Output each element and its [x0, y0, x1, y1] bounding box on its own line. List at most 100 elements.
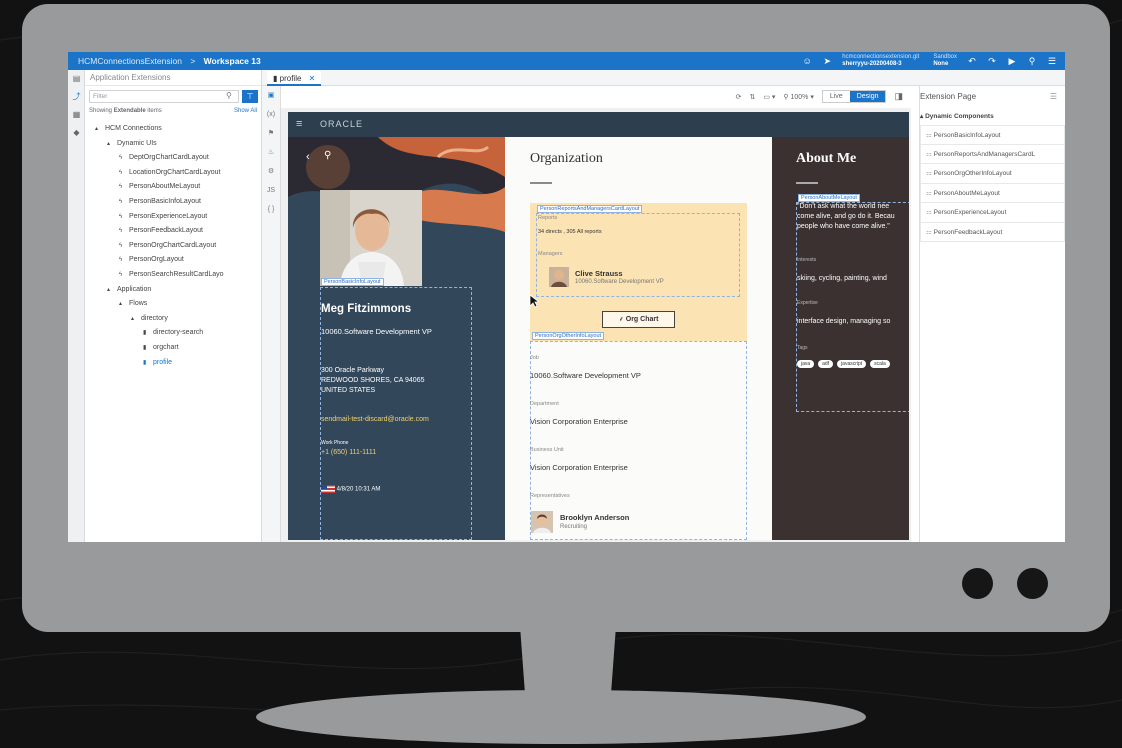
zoom-value: 100%	[790, 93, 809, 101]
device-icon[interactable]: ▭ ▾	[763, 93, 775, 101]
component-item-label: PersonReportsAndManagersCardL	[933, 150, 1036, 158]
tree-item[interactable]: ▮ orgchart	[85, 341, 262, 356]
tree-item-label: PersonSearchResultCardLayo	[129, 270, 224, 278]
menu-icon[interactable]: ☰	[1047, 56, 1057, 67]
filter-icon[interactable]: ⊤	[242, 90, 258, 103]
drag-handle-icon: ⚏	[926, 170, 934, 177]
zoom-select[interactable]: ⚲ 100% ▾	[783, 93, 813, 101]
back-icon[interactable]: ‹	[306, 151, 310, 163]
pages-icon[interactable]: ▤	[68, 70, 85, 88]
tree-item[interactable]: ϟ PersonAboutMeLayout	[85, 180, 262, 195]
designer-icon[interactable]: ▣	[262, 86, 280, 105]
component-item[interactable]: ⚏ PersonOrgOtherInfoLayout	[920, 164, 1065, 184]
tree-item[interactable]: ▴ HCM Connections	[85, 122, 262, 137]
tree-item[interactable]: ▴ directory	[85, 312, 262, 327]
tag-pill[interactable]: javascript	[837, 360, 867, 368]
tree-item-label: PersonExperienceLayout	[129, 212, 208, 220]
page-icon: ▮	[143, 330, 147, 337]
address-line: REDWOOD SHORES, CA 94065	[321, 377, 425, 384]
tree-item[interactable]: ▮ directory-search	[85, 326, 262, 341]
component-item[interactable]: ⚏ PersonAboutMeLayout	[920, 183, 1065, 203]
refresh-icon[interactable]: ⟳	[736, 93, 742, 101]
business-unit-label: Business Unit	[530, 447, 564, 453]
layout-icon[interactable]: ⇅	[749, 93, 755, 101]
showing-prefix: Showing	[89, 108, 113, 114]
breadcrumb-workspace[interactable]: Workspace 13	[204, 56, 261, 66]
redo-icon[interactable]: ↷	[987, 56, 997, 67]
breadcrumb-project[interactable]: HCMConnectionsExtension	[78, 56, 182, 66]
search-icon[interactable]: ⚲	[1027, 56, 1037, 67]
representative-name[interactable]: Brooklyn Anderson	[560, 513, 629, 522]
filter-input[interactable]: Filter	[89, 90, 239, 103]
expand-icon: ▴	[107, 286, 111, 293]
drag-handle-icon: ⚏	[926, 150, 934, 158]
panel-title: Application Extensions	[85, 70, 261, 86]
reports-label: Reports	[538, 215, 558, 221]
tree-item[interactable]: ▴ Dynamic UIs	[85, 137, 262, 152]
sandbox-info[interactable]: Sandbox None	[933, 54, 957, 68]
tree-item[interactable]: ▴ Flows	[85, 297, 262, 312]
tab-profile[interactable]: ▮ profile ✕	[267, 71, 322, 86]
tree-item-label: PersonOrgChartCardLayout	[129, 241, 217, 249]
list-icon[interactable]: ☰	[1050, 86, 1057, 108]
component-item-label: PersonExperienceLayout	[933, 209, 1007, 216]
tree-item[interactable]: ϟ PersonExperienceLayout	[85, 210, 262, 225]
show-all-link[interactable]: Show All	[234, 108, 257, 114]
org-chart-icon: ⸙	[618, 316, 624, 323]
tree-item[interactable]: ϟ PersonOrgChartCardLayout	[85, 239, 262, 254]
tree-item-label: PersonBasicInfoLayout	[129, 197, 201, 205]
org-chart-button[interactable]: ⸙ Org Chart	[602, 311, 675, 328]
play-icon[interactable]: ▶	[1007, 56, 1017, 67]
tag-pill[interactable]: scala	[870, 360, 890, 368]
dynamic-components-section[interactable]: ▴ Dynamic Components	[920, 112, 1065, 120]
bell-icon[interactable]: ♨	[262, 143, 280, 162]
component-item[interactable]: ⚏ PersonReportsAndManagersCardL	[920, 144, 1065, 164]
tree-item[interactable]: ϟ PersonOrgLayout	[85, 253, 262, 268]
component-item[interactable]: ⚏ PersonBasicInfoLayout	[920, 125, 1065, 145]
tree-item-label: orgchart	[153, 343, 179, 351]
tree-item[interactable]: ϟ DeptOrgChartCardLayout	[85, 151, 262, 166]
tree-item[interactable]: ϟ PersonSearchResultCardLayo	[85, 268, 262, 283]
tag-icon[interactable]: ◆	[68, 124, 85, 142]
live-button[interactable]: Live	[823, 91, 850, 102]
component-item[interactable]: ⚏ PersonExperienceLayout	[920, 203, 1065, 223]
design-button[interactable]: Design	[849, 91, 886, 102]
tree-item[interactable]: ϟ LocationOrgChartCardLayout	[85, 166, 262, 181]
close-icon[interactable]: ✕	[309, 74, 316, 83]
page-preview: ≡ ORACLE ‹ ⚲ PersonBasicInfoLayout Meg F…	[288, 112, 909, 540]
git-info[interactable]: hcmconnectionsextension.git sherryyu-202…	[842, 54, 919, 68]
flag-icon[interactable]: ⚑	[262, 124, 280, 143]
variables-icon[interactable]: (x)	[262, 105, 280, 124]
reports-value[interactable]: 34 directs , 305 All reports	[538, 229, 602, 235]
send-icon[interactable]: ➤	[822, 56, 832, 67]
tree-item[interactable]: ▮ profile	[85, 356, 262, 371]
search-icon[interactable]: ⚲	[324, 150, 331, 161]
tag-pill[interactable]: java	[797, 360, 815, 368]
tree-item[interactable]: ϟ PersonFeedbackLayout	[85, 224, 262, 239]
hamburger-icon[interactable]: ≡	[296, 118, 302, 130]
extension-page-panel: Extension Page ☰ ▴ Dynamic Components ⚏ …	[919, 86, 1065, 542]
tag-pill[interactable]: adf	[818, 360, 834, 368]
bolt-icon: ϟ	[119, 257, 123, 264]
tree-item-label: directory-search	[153, 329, 204, 337]
extensions-panel: Application Extensions Filter ⚲ ⊤ Showin…	[85, 70, 262, 542]
panel-toggle-icon[interactable]: ◨	[894, 91, 903, 102]
tree-item[interactable]: ϟ PersonBasicInfoLayout	[85, 195, 262, 210]
email-link[interactable]: sendmail-test-discard@oracle.com	[321, 416, 429, 423]
undo-icon[interactable]: ↶	[967, 56, 977, 67]
showing-suffix: items	[147, 108, 162, 114]
component-item-label: PersonOrgOtherInfoLayout	[933, 170, 1012, 177]
address-line: UNITED STATES	[321, 387, 376, 394]
gear-icon[interactable]: ⚙	[262, 162, 280, 181]
tree-item[interactable]: ▴ Application	[85, 283, 262, 298]
component-item[interactable]: ⚏ PersonFeedbackLayout	[920, 222, 1065, 242]
extensions-icon[interactable]: ⤴	[68, 88, 85, 106]
js-icon[interactable]: JS	[262, 181, 280, 200]
components-icon[interactable]: ▦	[68, 106, 85, 124]
dynamic-components-list: ⚏ PersonBasicInfoLayout ⚏ PersonReportsAn…	[920, 125, 1065, 242]
manager-name[interactable]: Clive Strauss	[575, 269, 623, 278]
phone-link[interactable]: +1 (650) 111-1111	[321, 449, 376, 456]
smiley-icon[interactable]: ☺	[802, 56, 812, 66]
expertise-label: Expertise	[797, 300, 818, 306]
json-icon[interactable]: { }	[262, 200, 280, 219]
